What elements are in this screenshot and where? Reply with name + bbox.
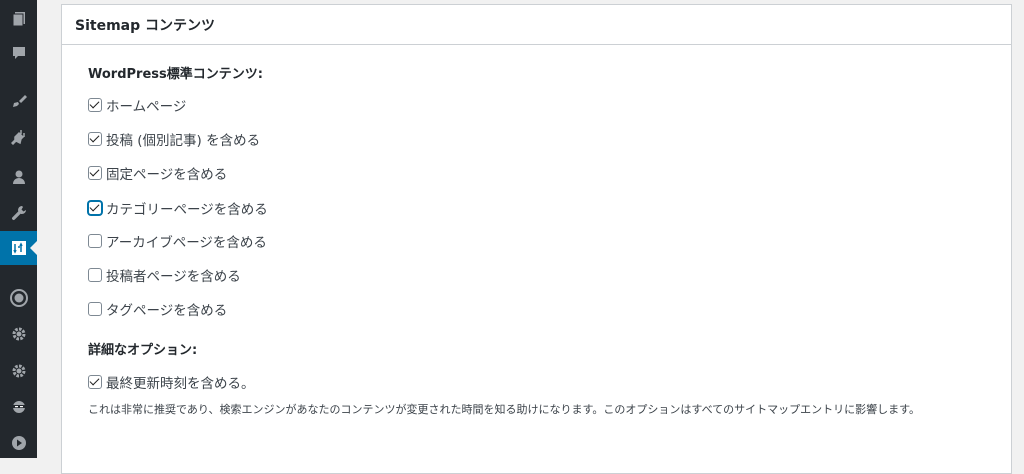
include-tags-checkbox-row[interactable]: タグページを含める	[88, 299, 227, 319]
include-authors-checkbox-row[interactable]: 投稿者ページを含める	[88, 265, 241, 285]
play-icon[interactable]	[0, 426, 37, 460]
users-icon[interactable]	[0, 160, 37, 194]
include-archives-checkbox-row[interactable]: アーカイブページを含める	[88, 231, 267, 251]
include-lastmod-label: 最終更新時刻を含める。	[106, 376, 255, 392]
ninja-icon[interactable]	[0, 390, 37, 424]
comments-icon[interactable]	[0, 36, 37, 70]
appearance-icon[interactable]	[0, 84, 37, 118]
include-archives-label: アーカイブページを含める	[106, 235, 267, 251]
include-tags-checkbox[interactable]	[88, 302, 102, 316]
include-posts-checkbox[interactable]	[88, 132, 102, 146]
include-home-label: ホームページ	[106, 99, 187, 115]
include-pages-label: 固定ページを含める	[106, 167, 228, 183]
include-archives-checkbox[interactable]	[88, 234, 102, 248]
include-tags-label: タグページを含める	[106, 303, 228, 319]
wordpress-icon[interactable]	[0, 281, 37, 315]
sitemap-content-panel: Sitemap コンテンツ WordPress標準コンテンツ: ホームページ 投…	[61, 4, 1012, 474]
include-categories-checkbox-row[interactable]: カテゴリーページを含める	[88, 198, 268, 218]
include-pages-checkbox-row[interactable]: 固定ページを含める	[88, 163, 227, 183]
include-lastmod-checkbox-row[interactable]: 最終更新時刻を含める。	[88, 372, 255, 392]
include-categories-label: カテゴリーページを含める	[106, 202, 268, 218]
include-authors-checkbox[interactable]	[88, 268, 102, 282]
settings-icon[interactable]	[0, 317, 37, 351]
tools-icon[interactable]	[0, 196, 37, 230]
include-posts-label: 投稿 (個別記事) を含める	[106, 133, 261, 149]
include-home-checkbox[interactable]	[88, 98, 102, 112]
detail-options-heading: 詳細なオプション:	[88, 343, 198, 358]
include-pages-checkbox[interactable]	[88, 166, 102, 180]
plugins-icon[interactable]	[0, 120, 37, 154]
panel-title: Sitemap コンテンツ	[75, 17, 215, 34]
settings-icon[interactable]	[0, 354, 37, 388]
include-authors-label: 投稿者ページを含める	[106, 269, 241, 285]
lastmod-description: これは非常に推奨であり、検索エンジンがあなたのコンテンツが変更された時間を知る助…	[88, 403, 921, 416]
pages-icon[interactable]	[0, 2, 37, 36]
include-categories-checkbox[interactable]	[88, 201, 102, 215]
include-posts-checkbox-row[interactable]: 投稿 (個別記事) を含める	[88, 129, 260, 149]
sitemap-plugin-icon[interactable]	[0, 231, 37, 265]
include-lastmod-checkbox[interactable]	[88, 375, 102, 389]
panel-header: Sitemap コンテンツ	[62, 5, 1011, 45]
standard-content-heading: WordPress標準コンテンツ:	[88, 67, 263, 82]
include-home-checkbox-row[interactable]: ホームページ	[88, 95, 186, 115]
admin-sidebar	[0, 0, 37, 458]
